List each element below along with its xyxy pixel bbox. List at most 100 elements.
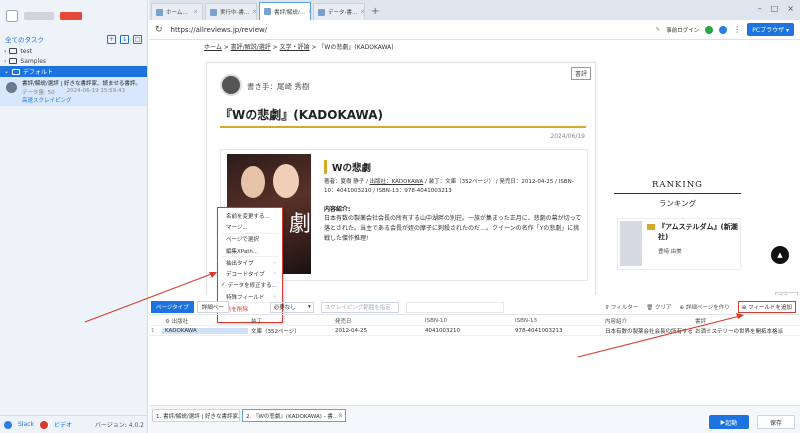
table-cell[interactable]: 4041003210: [422, 328, 512, 334]
step-tab-2[interactable]: 2. 『Wの悲劇』(KADOKAWA) - 書... ⊗: [242, 409, 346, 422]
bottom-bar: 1. 書評/解説/選評 | 好きな書評家、 2. 『Wの悲劇』(KADOKAWA…: [149, 405, 800, 433]
url-field[interactable]: https://allreviews.jp/review/: [171, 26, 268, 34]
column-header[interactable]: 内容紹介: [602, 317, 692, 325]
tab-detail-page[interactable]: 詳細ペー: [196, 301, 229, 313]
minimize-icon[interactable]: –: [758, 4, 762, 13]
account-name-blurred: [24, 12, 54, 20]
ranking-item[interactable]: 『アムステルダム』(新潮社) 豊﨑 由美: [617, 218, 741, 270]
tree-item-test[interactable]: › test: [0, 46, 147, 56]
data-toolbar: ページタイプ 詳細ペー 必要なし ▾ スクレイピング範囲を指定 ⊽ フィルター 🗑…: [149, 300, 800, 315]
scroll-top-icon[interactable]: ▲: [771, 246, 789, 264]
video-icon[interactable]: [39, 420, 48, 429]
column-header[interactable]: ISBN-13: [512, 318, 602, 324]
sidebar: 全てのタスク + ↓ □ › test › Samples ⌄ デフォルト 書評…: [0, 0, 148, 433]
task-timestamp: 2024-06-19 15:59:43: [66, 88, 126, 94]
new-task-icon[interactable]: □: [133, 34, 142, 44]
column-header[interactable]: ⚙ 出版社: [162, 317, 248, 325]
maximize-icon[interactable]: □: [771, 4, 779, 13]
table-row[interactable]: 1 KADOKAWA 文庫（352ページ） 2012-04-25 4041003…: [149, 326, 800, 336]
sidebar-footer: Slack ビデオ バージョン: 4.0.2: [0, 415, 148, 433]
tab-review[interactable]: 書評/解説/...×: [259, 2, 311, 20]
fast-scraping-link[interactable]: 高速スクレイピング: [22, 96, 140, 104]
start-button[interactable]: ▶ 起動: [709, 415, 749, 429]
chevron-right-icon: ›: [273, 259, 276, 266]
scrape-range-field[interactable]: スクレイピング範囲を指定: [320, 301, 399, 313]
menu-select-in-page[interactable]: ページで選択: [218, 234, 282, 245]
breadcrumb-home[interactable]: ホーム: [204, 44, 222, 51]
collapse-button[interactable]: 折る ⌄: [774, 292, 798, 295]
table-cell[interactable]: お洒ミステリーの世界を開拓本格派: [692, 327, 792, 335]
paging-select[interactable]: 必要なし ▾: [269, 301, 314, 313]
video-link[interactable]: ビデオ: [54, 420, 72, 429]
close-icon[interactable]: ×: [308, 9, 310, 15]
reload-icon[interactable]: ↻: [155, 25, 163, 35]
menu-rename[interactable]: 名前を変更する...: [218, 210, 282, 221]
slack-link[interactable]: Slack: [18, 421, 34, 428]
pre-login-button[interactable]: 事前ログイン: [666, 26, 699, 34]
step-tab-1[interactable]: 1. 書評/解説/選評 | 好きな書評家、: [152, 409, 240, 422]
tree-item-samples[interactable]: › Samples: [0, 56, 147, 66]
pc-browser-button[interactable]: PCブラウザ ▾: [747, 23, 794, 36]
menu-merge[interactable]: マージ...: [218, 221, 282, 232]
clear-button[interactable]: 🗑 クリア: [646, 303, 671, 311]
detail-page-button[interactable]: ⊕ 詳細ページを作り: [680, 303, 730, 311]
trash-icon: 🗑: [646, 305, 654, 311]
table-cell[interactable]: 2012-04-25: [332, 328, 422, 334]
slack-icon[interactable]: [4, 420, 12, 429]
menu-extract-type[interactable]: 抽出タイプ ›: [218, 257, 282, 268]
more-icon[interactable]: ⋮: [733, 25, 741, 34]
article-title: 『Wの悲劇』(KADOKAWA): [220, 108, 383, 122]
filter-button[interactable]: ⊽ フィルター: [605, 303, 638, 311]
column-header[interactable]: 書評: [692, 317, 792, 325]
page-icon: [264, 8, 271, 15]
tab-data[interactable]: データ-書... ×: [313, 3, 365, 20]
table-cell[interactable]: 978-4041003213: [512, 328, 602, 334]
column-header[interactable]: 発売日: [332, 317, 422, 325]
save-button[interactable]: 保存: [757, 415, 795, 429]
tab-home[interactable]: ホーム... ×: [151, 3, 203, 20]
tab-running[interactable]: 実行中-書... ×: [205, 3, 257, 20]
book-desc-heading: 内容紹介:: [324, 206, 351, 213]
chevron-right-icon: ›: [4, 57, 7, 65]
close-icon[interactable]: ×: [360, 9, 364, 15]
cover-title-text: 劇: [289, 212, 312, 237]
task-item[interactable]: 書評/解説/選評 | 好きな書評家、読ませる書評。 データ量: 50 2024-…: [0, 77, 147, 106]
menu-modify-data[interactable]: ✓ データを修正する...: [218, 280, 282, 291]
table-cell[interactable]: KADOKAWA: [162, 327, 248, 334]
task-icon: [210, 8, 217, 16]
author-name[interactable]: 書き手：尾崎 秀樹: [247, 81, 309, 92]
import-icon[interactable]: ↓: [120, 34, 129, 44]
column-header[interactable]: ISBN-10: [422, 318, 512, 324]
check-icon: ✓: [221, 282, 226, 289]
author-avatar: [220, 74, 242, 96]
chevron-right-icon: ›: [4, 47, 7, 55]
chevron-down-icon: ⌄: [4, 68, 10, 75]
data-grid: ⚙ 出版社 装丁 発売日 ISBN-10 ISBN-13 内容紹介 書評 1 K…: [149, 316, 800, 396]
breadcrumb-literature[interactable]: 文学・評論: [280, 44, 310, 51]
menu-decode-type[interactable]: デコードタイプ ›: [218, 268, 282, 279]
close-icon[interactable]: ×: [252, 9, 256, 15]
tab-page-type[interactable]: ページタイプ: [151, 301, 194, 313]
chevron-down-icon: ▾: [308, 304, 311, 310]
link-icon: ⊕: [679, 305, 685, 311]
book-meta: 著者：夏樹 静子 / 出版社：KADOKAWA / 装丁：文庫（352ページ） …: [324, 179, 574, 194]
table-cell[interactable]: 日本有数の製薬会社会長の所有する山: [602, 327, 692, 335]
row-number: 1: [151, 327, 155, 334]
window-close-icon[interactable]: ×: [787, 4, 794, 13]
breadcrumb-reviews[interactable]: 書評/解説/選評: [231, 44, 271, 51]
profile-icon[interactable]: [719, 25, 728, 34]
publisher-link[interactable]: 出版社：KADOKAWA: [370, 179, 424, 185]
add-folder-icon[interactable]: +: [107, 34, 116, 44]
menu-edit-xpath[interactable]: 編集XPath...: [218, 245, 282, 256]
column-header[interactable]: 装丁: [248, 317, 332, 325]
new-tab-icon[interactable]: +: [367, 6, 383, 20]
close-icon[interactable]: ⊗: [338, 413, 343, 419]
plus-icon: ⊕: [741, 305, 747, 311]
table-cell[interactable]: 文庫（352ページ）: [248, 327, 332, 335]
close-icon[interactable]: ×: [193, 9, 198, 15]
folder-icon: [12, 68, 21, 75]
ranking-panel: RANKING ランキング 『アムステルダム』(新潮社) 豊﨑 由美: [614, 180, 741, 270]
add-field-button[interactable]: ⊕ フィールドを追加: [737, 301, 796, 313]
tree-item-default[interactable]: ⌄ デフォルト: [0, 66, 147, 77]
edit-icon[interactable]: ✎: [656, 27, 661, 33]
